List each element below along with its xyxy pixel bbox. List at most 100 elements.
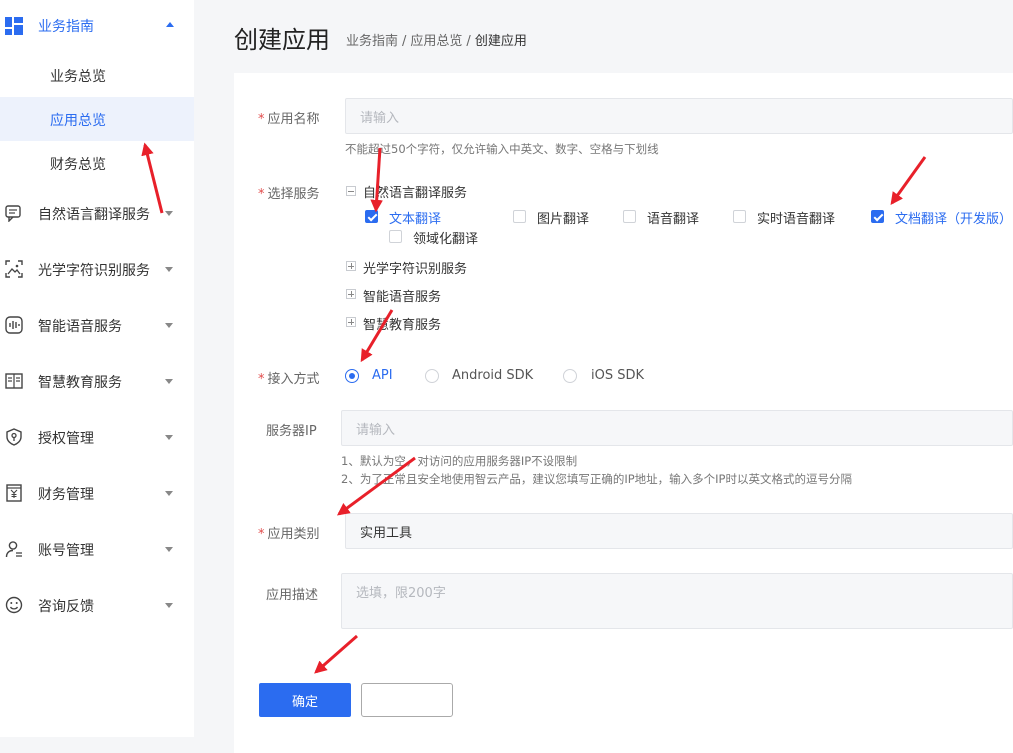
checkbox-label: 图片翻译 <box>537 212 590 227</box>
breadcrumb: 业务指南 / 应用总览 / 创建应用 <box>346 30 527 49</box>
expand-icon[interactable] <box>346 289 356 299</box>
server-ip-placeholder: 请输入 <box>356 422 396 438</box>
required-mark: * <box>258 112 265 127</box>
checkbox-label: 文本翻译 <box>389 212 442 227</box>
sidebar-item-ocr[interactable]: 光学字符识别服务 <box>0 250 194 290</box>
sidebar-item-education[interactable]: 智慧教育服务 <box>0 362 194 402</box>
app-name-label: * 应用名称 <box>258 108 320 127</box>
category-label: * 应用类别 <box>258 523 320 542</box>
required-mark: * <box>258 372 265 387</box>
service-group-ocr: 光学字符识别服务 <box>363 262 468 277</box>
caret-down-icon <box>165 547 173 552</box>
category-select[interactable]: 实用工具 <box>345 513 1013 549</box>
label-text: 接入方式 <box>267 372 320 387</box>
sidebar-subitem-finance-overview[interactable]: 财务总览 <box>0 141 194 185</box>
book-icon <box>5 373 23 389</box>
app-name-placeholder: 请输入 <box>360 110 400 126</box>
caret-down-icon <box>165 435 173 440</box>
breadcrumb-business-guide[interactable]: 业务指南 <box>346 34 398 49</box>
smile-icon <box>5 596 23 614</box>
chat-icon <box>5 205 21 222</box>
label-text: 应用名称 <box>267 112 320 127</box>
voice-icon <box>5 316 23 334</box>
sidebar-item-label: 智慧教育服务 <box>38 375 122 391</box>
access-label: * 接入方式 <box>258 368 320 387</box>
server-ip-hint-2: 2、为了正常且安全地使用智云产品，建议您填写正确的IP地址，输入多个IP时以英文… <box>341 472 852 486</box>
category-value: 实用工具 <box>360 525 413 541</box>
sidebar-item-label: 咨询反馈 <box>38 599 94 615</box>
checkbox-label: 语音翻译 <box>647 212 700 227</box>
description-label: 应用描述 <box>266 588 319 603</box>
page-title: 创建应用 <box>234 26 330 54</box>
caret-down-icon <box>165 379 173 384</box>
checkbox-voice-translation[interactable] <box>623 210 636 223</box>
label-text: 应用类别 <box>267 527 320 542</box>
description-textarea[interactable]: 选填，限200字 <box>341 573 1013 629</box>
user-icon <box>5 541 22 558</box>
sidebar-item-finance[interactable]: 财务管理 <box>0 474 194 514</box>
radio-label: Android SDK <box>452 368 534 383</box>
caret-down-icon <box>165 603 173 608</box>
expand-icon[interactable] <box>346 317 356 327</box>
caret-down-icon <box>165 211 173 216</box>
sidebar-subitem-app-overview[interactable]: 应用总览 <box>0 97 194 141</box>
service-label: * 选择服务 <box>258 183 320 202</box>
server-ip-label: 服务器IP <box>266 424 317 439</box>
label-text: 选择服务 <box>267 187 320 202</box>
sidebar-item-feedback[interactable]: 咨询反馈 <box>0 586 194 626</box>
required-mark: * <box>258 187 265 202</box>
sidebar-item-label: 账号管理 <box>38 543 94 559</box>
sidebar-item-account[interactable]: 账号管理 <box>0 530 194 570</box>
caret-down-icon <box>165 491 173 496</box>
cancel-button[interactable] <box>361 683 453 717</box>
checkbox-document-translation[interactable] <box>871 210 884 223</box>
radio-ios-sdk[interactable] <box>563 369 577 383</box>
radio-api[interactable] <box>345 369 359 383</box>
image-scan-icon <box>5 260 23 278</box>
sidebar-item-label: 财务管理 <box>38 487 94 503</box>
subitem-label: 应用总览 <box>50 113 106 129</box>
radio-label: API <box>372 368 393 383</box>
service-group-voice: 智能语音服务 <box>363 290 442 305</box>
checkbox-realtime-voice-translation[interactable] <box>733 210 746 223</box>
subitem-label: 业务总览 <box>50 69 106 85</box>
sidebar-item-authorization[interactable]: 授权管理 <box>0 418 194 458</box>
checkbox-label: 文档翻译（开发版） <box>895 212 1013 227</box>
expand-icon[interactable] <box>346 261 356 271</box>
sidebar-item-label: 授权管理 <box>38 431 94 447</box>
service-group-education: 智慧教育服务 <box>363 318 442 333</box>
sidebar-item-label: 光学字符识别服务 <box>38 263 150 279</box>
sidebar-item-label: 自然语言翻译服务 <box>38 207 150 223</box>
sidebar-item-voice[interactable]: 智能语音服务 <box>0 306 194 346</box>
service-group-nlp: 自然语言翻译服务 <box>363 186 468 201</box>
caret-down-icon <box>165 323 173 328</box>
radio-android-sdk[interactable] <box>425 369 439 383</box>
checkbox-domain-translation[interactable] <box>389 230 402 243</box>
sidebar: 业务指南 业务总览 应用总览 财务总览 自然语言翻译服务 光学字符识别服务 智能… <box>0 0 194 737</box>
nav-business-guide[interactable]: 业务指南 <box>0 0 194 52</box>
breadcrumb-app-overview[interactable]: 应用总览 <box>410 34 462 49</box>
checkbox-label: 实时语音翻译 <box>757 212 836 227</box>
radio-label: iOS SDK <box>591 368 645 383</box>
description-placeholder: 选填，限200字 <box>356 586 446 601</box>
breadcrumb-create-app: 创建应用 <box>474 34 527 49</box>
caret-up-icon <box>166 22 174 27</box>
key-shield-icon <box>6 428 22 446</box>
app-name-hint: 不能超过50个字符，仅允许输入中英文、数字、空格与下划线 <box>345 142 659 156</box>
collapse-icon[interactable] <box>346 186 356 196</box>
required-mark: * <box>258 527 265 542</box>
caret-down-icon <box>165 267 173 272</box>
server-ip-input[interactable]: 请输入 <box>341 410 1013 446</box>
subitem-label: 财务总览 <box>50 157 106 173</box>
sidebar-item-nlp-translation[interactable]: 自然语言翻译服务 <box>0 194 194 234</box>
breadcrumb-separator: / <box>466 34 471 49</box>
confirm-button[interactable]: 确定 <box>259 683 351 717</box>
sidebar-item-label: 智能语音服务 <box>38 319 122 335</box>
app-name-input[interactable]: 请输入 <box>345 98 1013 134</box>
nav-business-guide-label: 业务指南 <box>38 19 94 35</box>
checkbox-image-translation[interactable] <box>513 210 526 223</box>
server-ip-hint-1: 1、默认为空，对访问的应用服务器IP不设限制 <box>341 454 578 468</box>
sidebar-subitem-business-overview[interactable]: 业务总览 <box>0 53 194 97</box>
checkbox-text-translation[interactable] <box>365 210 378 223</box>
yuan-icon <box>6 484 22 502</box>
